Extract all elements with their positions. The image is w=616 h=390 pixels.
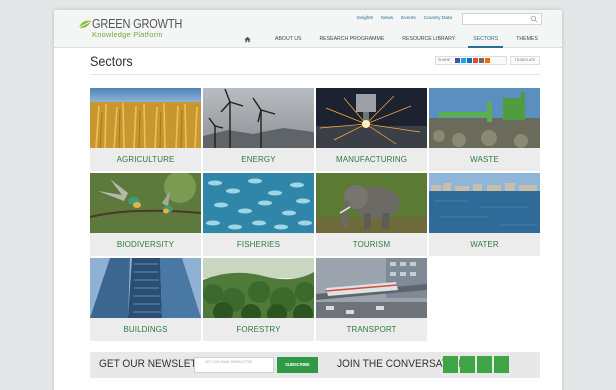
elephant-image: [316, 173, 427, 233]
sector-tile-tourism[interactable]: TOURISM: [316, 173, 427, 256]
social-icon[interactable]: [443, 356, 458, 373]
sector-tile-waste[interactable]: WASTE: [429, 88, 540, 171]
top-links: Insights News Events Country Data: [357, 16, 452, 21]
sector-label: WATER: [470, 240, 499, 249]
forest-image: [203, 258, 314, 318]
sector-label: FISHERIES: [236, 240, 281, 249]
skyscrapers-image: [90, 258, 201, 318]
newsletter-bar: GET OUR NEWSLETTER GET OUR EMAIL NEWSLET…: [90, 352, 540, 378]
share-label: SHARE: [438, 58, 451, 62]
leaf-icon: [78, 20, 91, 29]
fish-school-image: [203, 173, 314, 233]
search-icon[interactable]: [530, 15, 538, 23]
sector-label: ENERGY: [241, 155, 276, 164]
sector-tile-energy[interactable]: ENERGY: [203, 88, 314, 171]
social-icon[interactable]: [477, 356, 492, 373]
subscribe-button[interactable]: SUBSCRIBE: [277, 357, 318, 373]
toplink-country-data[interactable]: Country Data: [424, 16, 452, 21]
more-share-icon[interactable]: [485, 58, 490, 63]
train-image: [316, 258, 427, 318]
share-icons: [455, 58, 490, 63]
sector-tile-biodiversity[interactable]: BIODIVERSITY: [90, 173, 201, 256]
sector-label: FORESTRY: [236, 325, 281, 334]
google-plus-icon[interactable]: [473, 58, 478, 63]
toplink-events[interactable]: Events: [401, 16, 416, 21]
page-container: GREEN GROWTH Knowledge Platform Insights…: [54, 10, 562, 390]
sector-tile-agriculture[interactable]: AGRICULTURE: [90, 88, 201, 171]
social-links: [443, 356, 509, 373]
sector-tile-forestry[interactable]: FORESTRY: [203, 258, 314, 341]
wind-turbines-image: [203, 88, 314, 148]
toplink-news[interactable]: News: [381, 16, 393, 21]
sector-tile-transport[interactable]: TRANSPORT: [316, 258, 427, 341]
sector-label: WASTE: [470, 155, 499, 164]
title-divider: [90, 74, 540, 75]
linkedin-icon[interactable]: [467, 58, 472, 63]
facebook-icon[interactable]: [455, 58, 460, 63]
sector-label: TOURISM: [352, 240, 391, 249]
sector-label: BUILDINGS: [123, 325, 168, 334]
page-title: Sectors: [90, 53, 133, 69]
sector-label: TRANSPORT: [346, 325, 397, 334]
landfill-pipes-image: [429, 88, 540, 148]
toplink-insights[interactable]: Insights: [357, 16, 374, 21]
nav-sectors[interactable]: SECTORS: [464, 34, 507, 48]
nav-about-us[interactable]: ABOUT US: [266, 34, 310, 48]
site-header: GREEN GROWTH Knowledge Platform Insights…: [54, 10, 562, 48]
sector-tile-manufacturing[interactable]: MANUFACTURING: [316, 88, 427, 171]
social-icon[interactable]: [494, 356, 509, 373]
twitter-icon[interactable]: [461, 58, 466, 63]
sectors-grid: AGRICULTURE ENERGY MANUFACTURING WASTE B…: [90, 88, 540, 346]
sector-label: AGRICULTURE: [116, 155, 175, 164]
sector-label: BIODIVERSITY: [116, 240, 175, 249]
nav-research-programme[interactable]: RESEARCH PROGRAMME: [310, 34, 393, 48]
search-input[interactable]: [462, 13, 542, 25]
logo-title: GREEN GROWTH: [92, 17, 183, 31]
main-nav: ABOUT US RESEARCH PROGRAMME RESOURCE LIB…: [240, 34, 547, 48]
logo-subtitle: Knowledge Platform: [92, 30, 163, 39]
nav-resource-library[interactable]: RESOURCE LIBRARY: [393, 34, 464, 48]
sector-tile-water[interactable]: WATER: [429, 173, 540, 256]
sector-label: MANUFACTURING: [335, 155, 408, 164]
wheat-field-image: [90, 88, 201, 148]
email-icon[interactable]: [479, 58, 484, 63]
sector-tile-fisheries[interactable]: FISHERIES: [203, 173, 314, 256]
waterfront-image: [429, 173, 540, 233]
translate-button[interactable]: TRANSLATE: [510, 56, 540, 65]
nav-themes[interactable]: THEMES: [507, 34, 547, 48]
social-icon[interactable]: [460, 356, 475, 373]
birds-image: [90, 173, 201, 233]
sector-tile-buildings[interactable]: BUILDINGS: [90, 258, 201, 341]
welding-sparks-image: [316, 88, 427, 148]
share-bar: SHARE: [435, 56, 507, 65]
newsletter-email-input[interactable]: GET OUR EMAIL NEWSLETTER: [194, 357, 274, 373]
